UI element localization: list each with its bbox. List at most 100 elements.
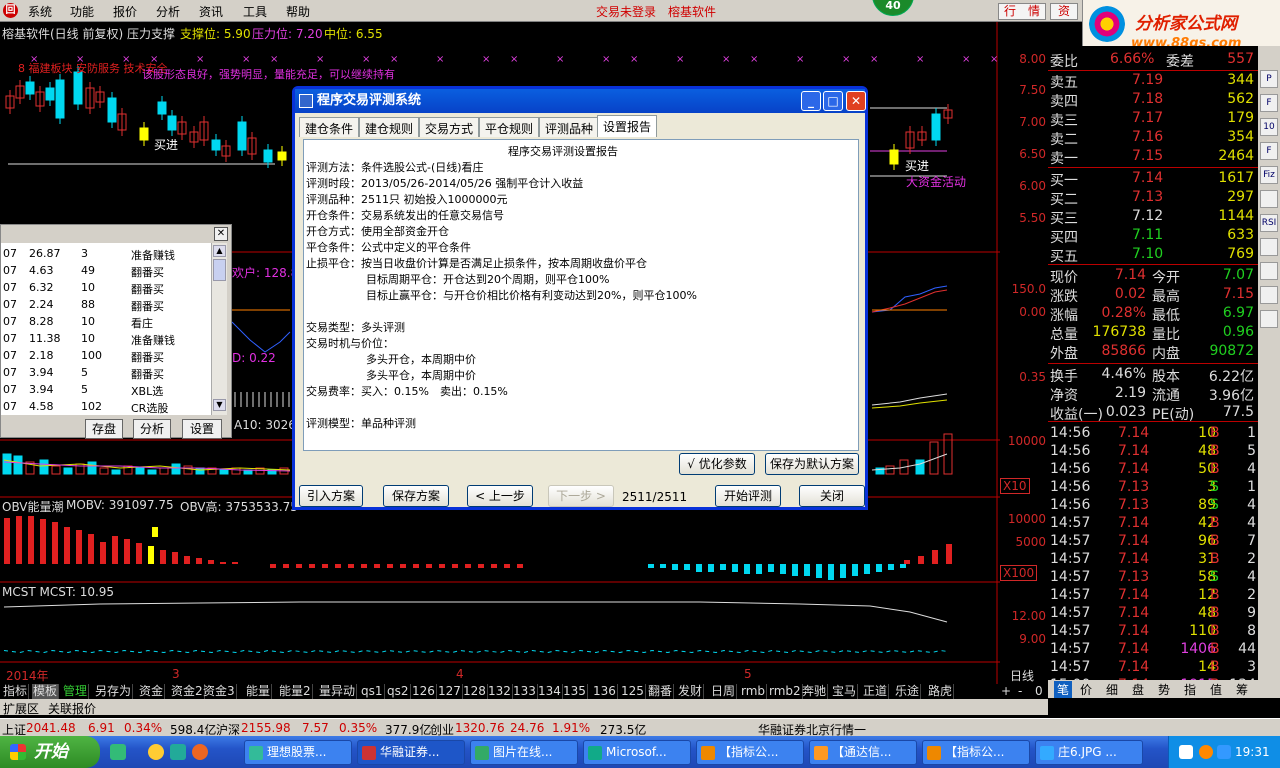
tab-info[interactable]: 资 bbox=[1050, 3, 1078, 20]
tab-extension-area[interactable]: 扩展区 bbox=[3, 700, 39, 717]
signal-list-window[interactable]: ✕ 07 26.87 3 准备赚钱 07 4.63 49 翻番买 07 6.32 10 翻番买 07 2.… bbox=[0, 224, 232, 439]
formula-tab[interactable]: 发财 bbox=[677, 684, 705, 699]
scroll-up-icon[interactable]: ▲ bbox=[213, 245, 226, 257]
zoom-in-icon[interactable]: + bbox=[1000, 684, 1012, 699]
list-item[interactable]: 07 3.94 5 XBL选 bbox=[1, 383, 213, 400]
menu-info[interactable]: 资讯 bbox=[199, 3, 223, 20]
tab-quote[interactable]: 行 情 bbox=[998, 3, 1046, 20]
menu-function[interactable]: 功能 bbox=[70, 3, 94, 20]
zoom-out-icon[interactable]: - bbox=[1017, 684, 1023, 699]
tab-trade-mode[interactable]: 交易方式 bbox=[419, 117, 480, 137]
start-eval-button[interactable]: 开始评测 bbox=[715, 485, 781, 507]
formula-tab[interactable]: 资金2 bbox=[170, 684, 205, 699]
formula-tab[interactable]: 126 bbox=[411, 684, 437, 699]
import-scheme-button[interactable]: 引入方案 bbox=[299, 485, 363, 507]
side-tool-icon[interactable] bbox=[1260, 310, 1278, 328]
quote-tab[interactable]: 细 bbox=[1106, 681, 1118, 698]
formula-tab[interactable]: 资金 bbox=[138, 684, 166, 699]
side-tool-icon[interactable]: Fiz bbox=[1260, 166, 1278, 184]
taskbar-window-button[interactable]: 庄6.JPG ... bbox=[1035, 740, 1143, 765]
trade-login-status[interactable]: 交易未登录 bbox=[596, 3, 656, 20]
save-scheme-button[interactable]: 保存方案 bbox=[383, 485, 449, 507]
scroll-thumb[interactable] bbox=[213, 259, 226, 281]
scroll-down-icon[interactable]: ▼ bbox=[213, 399, 226, 411]
list-item[interactable]: 07 6.32 10 翻番买 bbox=[1, 281, 213, 298]
formula-tab[interactable]: 能量 bbox=[245, 684, 273, 699]
formula-tab[interactable]: 另存为 bbox=[94, 684, 134, 699]
side-tool-icon[interactable] bbox=[1260, 190, 1278, 208]
formula-tab[interactable]: qs2 bbox=[386, 684, 411, 699]
optimize-params-button[interactable]: √ 优化参数 bbox=[679, 453, 755, 475]
list-item[interactable]: 07 3.94 5 翻番买 bbox=[1, 366, 213, 383]
close-icon[interactable]: ✕ bbox=[214, 227, 228, 241]
formula-tab[interactable]: 127 bbox=[437, 684, 463, 699]
tab-related-quote[interactable]: 关联报价 bbox=[48, 700, 96, 717]
list-item[interactable]: 07 4.63 49 翻番买 bbox=[1, 264, 213, 281]
formula-tab[interactable]: 路虎 bbox=[927, 684, 955, 699]
save-default-button[interactable]: 保存为默认方案 bbox=[765, 453, 859, 475]
quote-tab[interactable]: 笔 bbox=[1054, 681, 1073, 698]
menu-system[interactable]: 系统 bbox=[28, 3, 52, 20]
quote-tab[interactable]: 盘 bbox=[1132, 681, 1144, 698]
formula-tab[interactable]: 宝马 bbox=[831, 684, 859, 699]
tab-eval-stocks[interactable]: 评测品种 bbox=[539, 117, 600, 137]
formula-tab[interactable]: 管理 bbox=[62, 684, 90, 699]
side-tool-icon[interactable]: 10 bbox=[1260, 118, 1278, 136]
period-label[interactable]: 日线 bbox=[1010, 667, 1034, 684]
signal-list[interactable]: 07 26.87 3 准备赚钱 07 4.63 49 翻番买 07 6.32 10 翻番买 07 2.24… bbox=[1, 243, 211, 415]
quicklaunch-icon[interactable] bbox=[192, 744, 208, 760]
taskbar-window-button[interactable]: 华融证券... bbox=[357, 740, 465, 765]
side-tool-icon[interactable]: P bbox=[1260, 70, 1278, 88]
list-item[interactable]: 07 4.58 102 CR选股 bbox=[1, 400, 213, 417]
quicklaunch-icon[interactable] bbox=[110, 744, 126, 760]
reset-zoom-button[interactable]: 0 bbox=[1034, 684, 1044, 699]
formula-tab[interactable]: 132 bbox=[487, 684, 513, 699]
start-button[interactable]: 开始 bbox=[0, 736, 100, 768]
side-tool-icon[interactable]: RSI bbox=[1260, 214, 1278, 232]
maximize-icon[interactable]: □ bbox=[823, 91, 843, 111]
formula-tab[interactable]: 133 bbox=[512, 684, 538, 699]
taskbar-window-button[interactable]: 【通达信... bbox=[809, 740, 917, 765]
tray-icon[interactable] bbox=[1217, 745, 1231, 759]
side-tool-icon[interactable]: F bbox=[1260, 94, 1278, 112]
formula-tab[interactable]: 134 bbox=[537, 684, 563, 699]
taskbar-window-button[interactable]: 图片在线... bbox=[470, 740, 578, 765]
side-tool-icon[interactable]: F bbox=[1260, 142, 1278, 160]
menu-help[interactable]: 帮助 bbox=[286, 3, 310, 20]
formula-tab[interactable]: 翻番 bbox=[647, 684, 675, 699]
app-logo-icon[interactable]: 回 bbox=[3, 3, 18, 18]
minimize-icon[interactable]: _ bbox=[801, 91, 821, 111]
tab-open-rule[interactable]: 建仓规则 bbox=[359, 117, 420, 137]
close-button[interactable]: 关闭 bbox=[799, 485, 865, 507]
formula-tab[interactable]: rmb bbox=[740, 684, 768, 699]
quote-tab[interactable]: 价 bbox=[1080, 681, 1092, 698]
menu-quote[interactable]: 报价 bbox=[113, 3, 137, 20]
formula-tab[interactable]: 136 bbox=[592, 684, 618, 699]
formula-tab[interactable]: qs1 bbox=[360, 684, 385, 699]
side-tool-icon[interactable] bbox=[1260, 262, 1278, 280]
formula-tab[interactable]: 135 bbox=[562, 684, 588, 699]
menu-tools[interactable]: 工具 bbox=[243, 3, 267, 20]
analyze-button[interactable]: 分析 bbox=[133, 419, 171, 439]
formula-tab[interactable]: 量异动 bbox=[318, 684, 358, 699]
close-icon[interactable]: ✕ bbox=[846, 91, 866, 111]
prev-step-button[interactable]: < 上一步 bbox=[467, 485, 533, 507]
taskbar-window-button[interactable]: Microsof... bbox=[583, 740, 691, 765]
quicklaunch-icon[interactable] bbox=[148, 744, 164, 760]
formula-tab[interactable]: 日周 bbox=[710, 684, 738, 699]
taskbar-window-button[interactable]: 【指标公... bbox=[696, 740, 804, 765]
quote-tab[interactable]: 筹 bbox=[1236, 681, 1248, 698]
quote-tab[interactable]: 指 bbox=[1184, 681, 1196, 698]
formula-tab[interactable]: rmb2 bbox=[768, 684, 803, 699]
side-tool-icon[interactable] bbox=[1260, 238, 1278, 256]
formula-tab[interactable]: 128 bbox=[462, 684, 488, 699]
notification-badge[interactable]: 40 bbox=[872, 0, 914, 16]
formula-tab[interactable]: 乐途 bbox=[894, 684, 922, 699]
next-step-button[interactable]: 下一步 > bbox=[548, 485, 614, 507]
taskbar-window-button[interactable]: 理想股票... bbox=[244, 740, 352, 765]
formula-tab[interactable]: 125 bbox=[620, 684, 646, 699]
save-disk-button[interactable]: 存盘 bbox=[85, 419, 123, 439]
tray-icon[interactable] bbox=[1199, 745, 1213, 759]
quicklaunch-icon[interactable] bbox=[170, 744, 186, 760]
list-item[interactable]: 07 11.38 10 准备赚钱 bbox=[1, 332, 213, 349]
